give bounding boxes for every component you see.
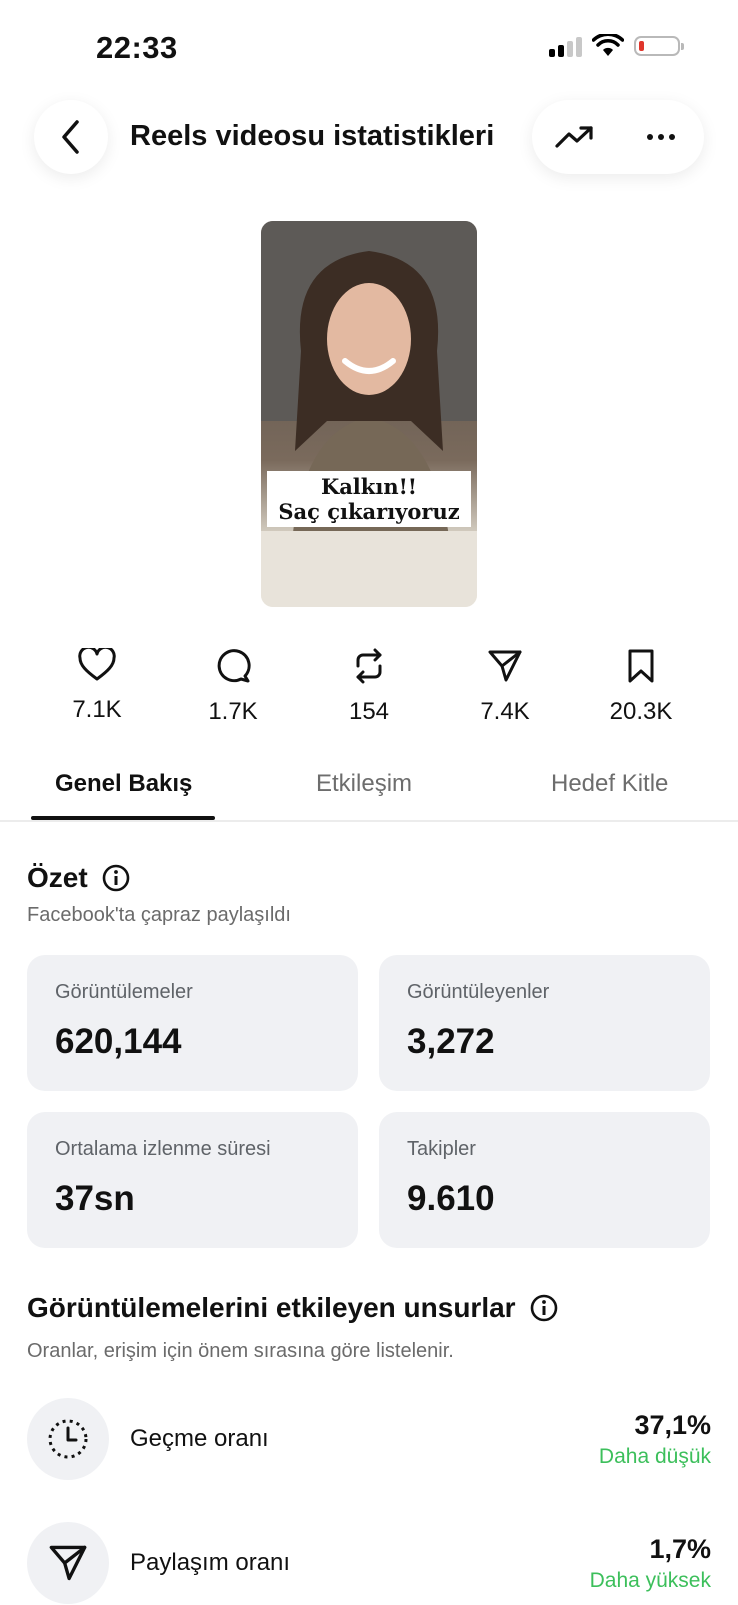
metric-value: 9.610 xyxy=(407,1179,495,1218)
tab-bar: Genel Bakış Etkileşim Hedef Kitle xyxy=(0,764,738,822)
engagement-stats: 7.1K 1.7K 154 7.4K 20.3K xyxy=(42,648,696,726)
battery-icon xyxy=(634,36,684,56)
metric-card-avg-watch-time: Ortalama izlenme süresi 37sn xyxy=(27,1112,358,1248)
factor-icon-bg xyxy=(27,1398,109,1480)
bookmark-icon xyxy=(628,649,654,683)
info-icon[interactable] xyxy=(102,864,130,892)
caption-line-2: Saç çıkarıyoruz xyxy=(278,499,460,524)
comment-icon xyxy=(217,649,251,683)
share-icon xyxy=(49,1545,87,1581)
cellular-signal-icon xyxy=(549,35,582,57)
metric-label: Ortalama izlenme süresi xyxy=(55,1138,271,1160)
factors-section-title: Görüntülemelerini etkileyen unsurlar xyxy=(27,1292,558,1324)
info-icon[interactable] xyxy=(530,1294,558,1322)
metric-label: Takipler xyxy=(407,1138,476,1160)
metric-value: 37sn xyxy=(55,1179,135,1218)
heart-icon xyxy=(78,648,116,681)
metric-label: Görüntüleyenler xyxy=(407,981,550,1003)
trending-button[interactable] xyxy=(547,109,603,165)
stat-saves[interactable]: 20.3K xyxy=(586,648,696,726)
reel-thumbnail[interactable]: Kalkın!! Saç çıkarıyoruz xyxy=(261,221,477,607)
metric-value: 3,272 xyxy=(407,1022,495,1061)
header-actions xyxy=(532,100,704,174)
chevron-left-icon xyxy=(62,120,79,154)
metric-card-follows: Takipler 9.610 xyxy=(379,1112,710,1248)
factor-icon-bg xyxy=(27,1522,109,1604)
tab-overview[interactable]: Genel Bakış xyxy=(55,770,192,798)
factor-row-share-rate[interactable]: Paylaşım oranı 1,7% Daha yüksek xyxy=(27,1521,711,1605)
stat-value: 154 xyxy=(348,698,390,725)
stat-value: 1.7K xyxy=(208,698,258,725)
factor-metric: 1,7% Daha yüksek xyxy=(590,1534,711,1593)
stat-likes[interactable]: 7.1K xyxy=(42,648,152,726)
wifi-icon xyxy=(592,34,624,56)
share-icon xyxy=(488,650,522,682)
repost-icon xyxy=(356,648,382,684)
trending-up-icon xyxy=(555,126,593,148)
status-icons xyxy=(549,34,684,58)
caption-line-1: Kalkın!! xyxy=(320,474,418,499)
metric-value: 620,144 xyxy=(55,1022,182,1061)
stat-value: 7.4K xyxy=(480,698,530,725)
factors-title: Görüntülemelerini etkileyen unsurlar xyxy=(27,1292,516,1323)
factor-metric: 37,1% Daha düşük xyxy=(599,1410,711,1469)
summary-title: Özet xyxy=(27,862,88,893)
factor-label: Paylaşım oranı xyxy=(130,1549,291,1576)
factor-row-skip-rate[interactable]: Geçme oranı 37,1% Daha düşük xyxy=(27,1397,711,1481)
tab-audience[interactable]: Hedef Kitle xyxy=(551,770,668,798)
timer-icon xyxy=(48,1419,88,1459)
page-title: Reels videosu istatistikleri xyxy=(130,120,495,152)
stat-reposts[interactable]: 154 xyxy=(314,648,424,726)
factor-value: 1,7% xyxy=(649,1533,711,1564)
back-button[interactable] xyxy=(34,100,108,174)
stat-comments[interactable]: 1.7K xyxy=(178,648,288,726)
summary-subtitle: Facebook'ta çapraz paylaşıldı xyxy=(27,904,291,926)
metric-card-views: Görüntülemeler 620,144 xyxy=(27,955,358,1091)
tab-engagement[interactable]: Etkileşim xyxy=(316,770,412,798)
factors-subtitle: Oranlar, erişim için önem sırasına göre … xyxy=(27,1340,454,1362)
thumbnail-caption: Kalkın!! Saç çıkarıyoruz xyxy=(267,471,471,527)
factor-comparison: Daha düşük xyxy=(598,1444,711,1468)
more-options-button[interactable] xyxy=(633,109,689,165)
factor-label: Geçme oranı xyxy=(130,1425,269,1452)
more-horizontal-icon xyxy=(647,134,675,140)
active-tab-indicator xyxy=(31,816,215,820)
stat-value: 7.1K xyxy=(72,696,122,723)
stat-value: 20.3K xyxy=(609,698,673,725)
factor-value: 37,1% xyxy=(634,1409,711,1440)
stat-shares[interactable]: 7.4K xyxy=(450,648,560,726)
metric-card-viewers: Görüntüleyenler 3,272 xyxy=(379,955,710,1091)
factor-comparison: Daha yüksek xyxy=(589,1568,711,1592)
summary-section-title: Özet xyxy=(27,862,130,894)
metric-label: Görüntülemeler xyxy=(55,981,193,1003)
status-time: 22:33 xyxy=(96,30,178,65)
thumbnail-portrait-image xyxy=(261,221,477,607)
